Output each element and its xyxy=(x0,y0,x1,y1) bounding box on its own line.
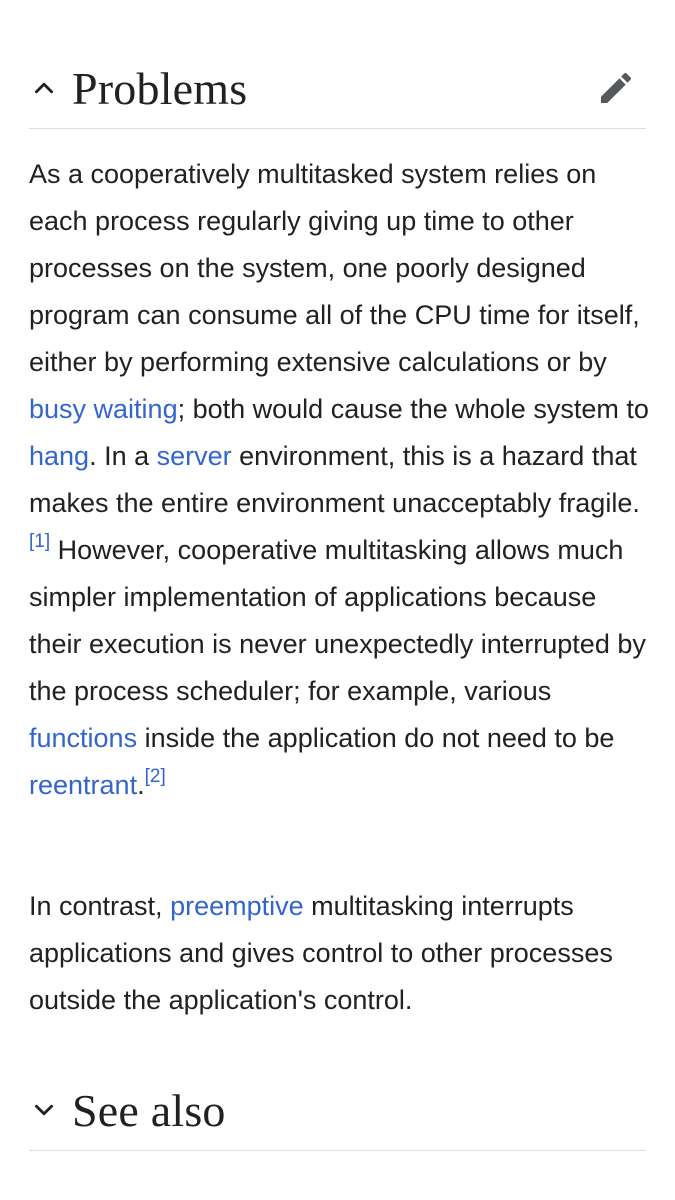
reference-1-link[interactable]: [1] xyxy=(29,531,50,552)
section-header-problems[interactable]: Problems xyxy=(29,48,646,129)
text-run: . xyxy=(137,770,145,800)
paragraph-cooperative-problems: As a cooperatively multitasked system re… xyxy=(29,151,654,809)
text-run: . In a xyxy=(89,441,157,471)
link-hang[interactable]: hang xyxy=(29,441,89,471)
section-title-see-also: See also xyxy=(72,1084,226,1136)
section-header-see-also[interactable]: See also xyxy=(29,1070,646,1151)
section-title-problems: Problems xyxy=(72,62,248,114)
text-run: ; both would cause the whole system to xyxy=(177,394,649,424)
chevron-down-icon[interactable] xyxy=(29,1095,59,1125)
chevron-up-icon[interactable] xyxy=(29,73,59,103)
pencil-icon xyxy=(601,72,632,103)
edit-section-button[interactable] xyxy=(594,66,638,110)
link-reentrant[interactable]: reentrant xyxy=(29,770,137,800)
paragraph-preemptive-contrast: In contrast, preemptive multitasking int… xyxy=(29,883,654,1024)
text-run: In contrast, xyxy=(29,891,171,921)
link-functions[interactable]: functions xyxy=(29,723,137,753)
text-run: inside the application do not need to be xyxy=(137,723,615,753)
text-run: However, cooperative multitasking allows… xyxy=(29,535,646,706)
reference-2-link[interactable]: [2] xyxy=(145,766,166,787)
link-server[interactable]: server xyxy=(157,441,232,471)
section-body-problems-2: In contrast, preemptive multitasking int… xyxy=(29,883,654,1024)
reference-1[interactable]: [1] xyxy=(29,531,50,552)
text-run: As a cooperatively multitasked system re… xyxy=(29,159,640,377)
reference-2[interactable]: [2] xyxy=(145,766,166,787)
link-preemptive[interactable]: preemptive xyxy=(170,891,304,921)
link-busy-waiting[interactable]: busy waiting xyxy=(29,394,178,424)
section-body-problems: As a cooperatively multitasked system re… xyxy=(29,151,654,809)
